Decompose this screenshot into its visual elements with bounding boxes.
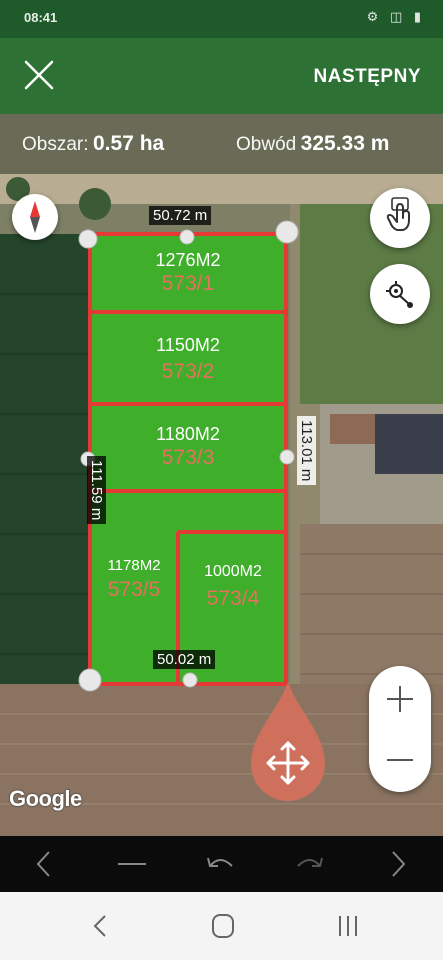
perimeter-info: Obwód 325.33 m [236, 132, 389, 156]
plot-1-label: 1276M2 573/1 [92, 250, 284, 296]
perimeter-value: 325.33 m [300, 132, 390, 155]
redo-icon [297, 857, 323, 867]
area-info: Obszar: 0.57 ha [22, 132, 164, 156]
minus-icon [118, 863, 146, 865]
map-view[interactable]: 50.72 m 50.02 m 111.59 m 113.01 m 1276M2… [0, 114, 443, 836]
touch-mode-button[interactable] [370, 188, 430, 248]
nav-recents-button[interactable] [326, 906, 370, 946]
zoom-control [369, 666, 431, 792]
dimension-top: 50.72 m [149, 206, 212, 225]
plot-5-area: 1178M2 [107, 557, 161, 574]
back-icon [93, 915, 106, 937]
recents-icon [339, 916, 357, 936]
plot-4-number: 573/4 [206, 587, 260, 610]
edit-toolbar [0, 836, 443, 892]
nav-home-button[interactable] [200, 906, 244, 946]
home-icon [212, 914, 234, 938]
plot-4-label: 1000M2 573/4 [180, 563, 286, 611]
zoom-in-button[interactable] [369, 668, 431, 728]
locate-point-button[interactable] [370, 264, 430, 324]
plus-icon [387, 686, 413, 712]
undo-button[interactable] [200, 844, 240, 884]
compass-button[interactable] [12, 194, 58, 240]
area-label: Obszar: [22, 134, 89, 155]
status-bar: 08:41 ⚙ ◫ ▮ [0, 0, 443, 38]
next-point-button[interactable] [378, 844, 418, 884]
remove-point-button[interactable] [112, 844, 152, 884]
plot-1-area: 1276M2 [155, 250, 221, 270]
close-button[interactable] [20, 56, 60, 96]
plot-3-number: 573/3 [161, 446, 215, 469]
nav-back-button[interactable] [78, 906, 122, 946]
google-logo: Google [9, 786, 82, 811]
plot-1-number: 573/1 [161, 272, 215, 295]
status-icons: ⚙ ◫ ▮ [366, 9, 425, 24]
dimension-right: 113.01 m [297, 416, 316, 486]
perimeter-label: Obwód [236, 134, 297, 155]
close-icon [24, 60, 54, 90]
app-bar: NASTĘPNY [0, 38, 443, 114]
minus-icon [387, 759, 413, 761]
hand-pointer-icon [386, 197, 410, 231]
area-value: 0.57 ha [92, 132, 165, 155]
undo-icon [207, 857, 233, 867]
redo-button[interactable] [290, 844, 330, 884]
compass-icon [30, 201, 40, 233]
previous-point-button[interactable] [24, 844, 64, 884]
zoom-out-button[interactable] [369, 730, 431, 790]
plot-2-number: 573/2 [161, 360, 215, 383]
move-arrows-icon[interactable] [263, 738, 313, 788]
plot-4-area: 1000M2 [204, 563, 262, 580]
plot-5-number: 573/5 [107, 578, 161, 601]
plot-2-area: 1150M2 [156, 335, 220, 355]
next-button[interactable]: NASTĘPNY [314, 66, 421, 88]
info-bar: Obszar: 0.57 ha Obwód 325.33 m [0, 114, 443, 174]
plot-5-label: 1178M2 573/5 [90, 557, 178, 602]
plot-2-label: 1150M2 573/2 [90, 335, 286, 384]
chevron-right-icon [392, 851, 406, 877]
plot-3-area: 1180M2 [156, 424, 220, 444]
target-point-icon [386, 281, 413, 308]
chevron-left-icon [36, 851, 50, 877]
dimension-bottom: 50.02 m [153, 650, 216, 669]
status-time: 08:41 [24, 10, 58, 25]
system-nav-bar [0, 892, 443, 960]
plot-3-label: 1180M2 573/3 [90, 424, 286, 470]
